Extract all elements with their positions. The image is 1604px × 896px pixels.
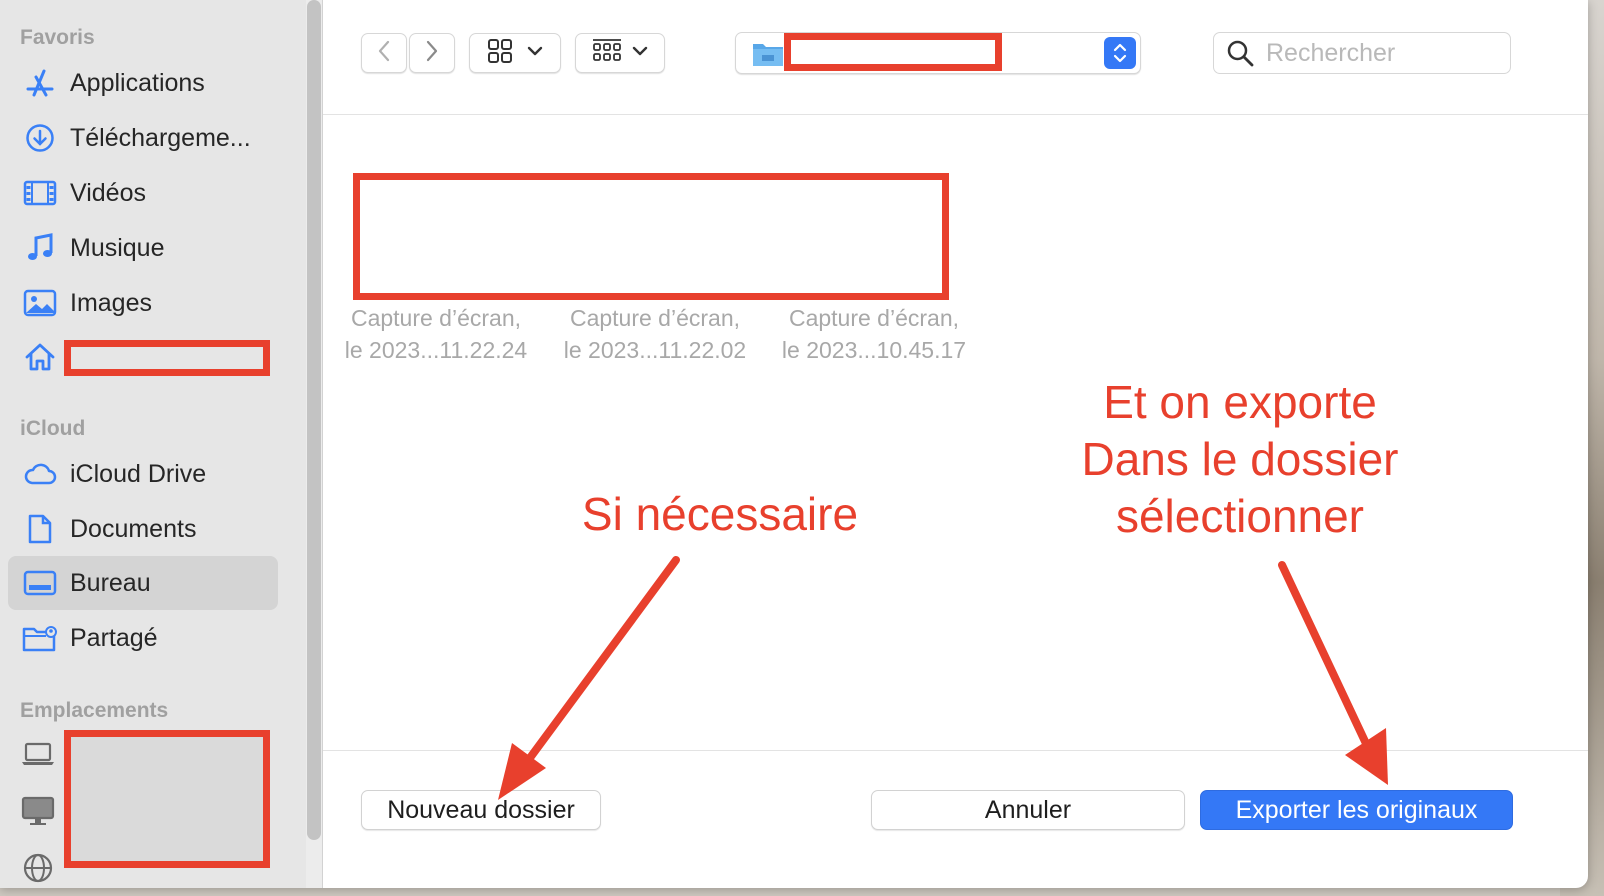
sidebar-item-music[interactable]: Musique <box>8 221 278 275</box>
shared-folder-icon <box>20 618 60 658</box>
export-originals-button[interactable]: Exporter les originaux <box>1200 790 1513 830</box>
sidebar-item-label: Images <box>70 288 152 317</box>
file-name-line1: Capture d’écran, <box>350 305 522 331</box>
chevron-down-icon <box>632 44 648 62</box>
home-icon <box>20 337 60 377</box>
desktop-icon <box>20 563 60 603</box>
file-name-line2: le 2023...11.22.02 <box>563 337 747 363</box>
new-folder-button[interactable]: Nouveau dossier <box>361 790 601 830</box>
file-name-line1: Capture d’écran, <box>569 305 741 331</box>
applications-icon <box>20 63 60 103</box>
redaction-box <box>353 173 949 300</box>
redaction-box <box>64 730 270 868</box>
toolbar <box>323 0 1588 115</box>
annotation-text-left: Si nécessaire <box>581 488 859 540</box>
sidebar-item-images[interactable]: Images <box>8 276 278 330</box>
monitor-icon[interactable] <box>20 795 56 832</box>
chevron-right-icon <box>424 39 440 68</box>
file-item[interactable]: Capture d’écran, le 2023...11.22.02 <box>555 302 755 366</box>
group-mode-button[interactable] <box>575 33 665 73</box>
download-icon <box>20 118 60 158</box>
view-mode-button[interactable] <box>469 33 561 73</box>
sidebar-item-documents[interactable]: Documents <box>8 502 278 556</box>
sidebar: Favoris Applications Téléchargeme... Vid… <box>0 0 323 888</box>
annotation-line: Dans le dossier <box>1081 433 1399 485</box>
file-name-line2: le 2023...11.22.24 <box>344 337 528 363</box>
sidebar-item-desktop[interactable]: Bureau <box>8 556 278 610</box>
file-name-line1: Capture d’écran, <box>788 305 960 331</box>
section-icloud-header: iCloud <box>20 417 86 440</box>
search-field[interactable] <box>1213 32 1511 74</box>
sidebar-item-label: Applications <box>70 68 205 97</box>
search-icon <box>1226 39 1254 67</box>
redaction-box <box>64 340 270 376</box>
sidebar-item-label: Documents <box>70 514 197 543</box>
sidebar-item-label: Musique <box>70 233 165 262</box>
footer-divider <box>323 750 1588 751</box>
cloud-icon <box>20 454 60 494</box>
laptop-icon[interactable] <box>20 740 56 773</box>
sidebar-scrollbar-thumb[interactable] <box>307 0 321 840</box>
sidebar-item-label: Partagé <box>70 623 158 652</box>
document-icon <box>20 509 60 549</box>
forward-button[interactable] <box>409 33 455 73</box>
section-locations-header: Emplacements <box>20 699 169 722</box>
annotation-text-right: Et on exporte Dans le dossier sélectionn… <box>1020 374 1460 545</box>
cancel-button[interactable]: Annuler <box>871 790 1185 830</box>
file-name-line2: le 2023...10.45.17 <box>781 337 967 363</box>
group-grid-icon <box>592 38 622 69</box>
file-item[interactable]: Capture d’écran, le 2023...10.45.17 <box>774 302 974 366</box>
section-favorites-header: Favoris <box>20 26 95 49</box>
sidebar-item-applications[interactable]: Applications <box>8 56 278 110</box>
sidebar-item-label: Téléchargeme... <box>70 123 251 152</box>
updown-chevron-icon[interactable] <box>1104 37 1136 69</box>
network-icon[interactable] <box>22 852 54 888</box>
annotation-line: Et on exporte <box>1103 376 1377 428</box>
sidebar-item-downloads[interactable]: Téléchargeme... <box>8 111 278 165</box>
folder-icon <box>752 40 784 73</box>
sidebar-item-label: Vidéos <box>70 178 146 207</box>
chevron-left-icon <box>376 39 392 68</box>
sidebar-item-label: iCloud Drive <box>70 459 207 488</box>
photo-icon <box>20 283 60 323</box>
film-icon <box>20 173 60 213</box>
sidebar-item-videos[interactable]: Vidéos <box>8 166 278 220</box>
sidebar-item-icloud-drive[interactable]: iCloud Drive <box>8 447 278 501</box>
sidebar-item-shared[interactable]: Partagé <box>8 611 278 665</box>
annotation-line: sélectionner <box>1115 490 1365 542</box>
chevron-down-icon <box>527 44 543 62</box>
search-input[interactable] <box>1264 37 1498 69</box>
music-icon <box>20 228 60 268</box>
file-item[interactable]: Capture d’écran, le 2023...11.22.24 <box>336 302 536 366</box>
grid-view-icon <box>487 38 513 69</box>
sidebar-item-label: Bureau <box>70 568 151 597</box>
redaction-box <box>784 33 1002 71</box>
back-button[interactable] <box>361 33 407 73</box>
